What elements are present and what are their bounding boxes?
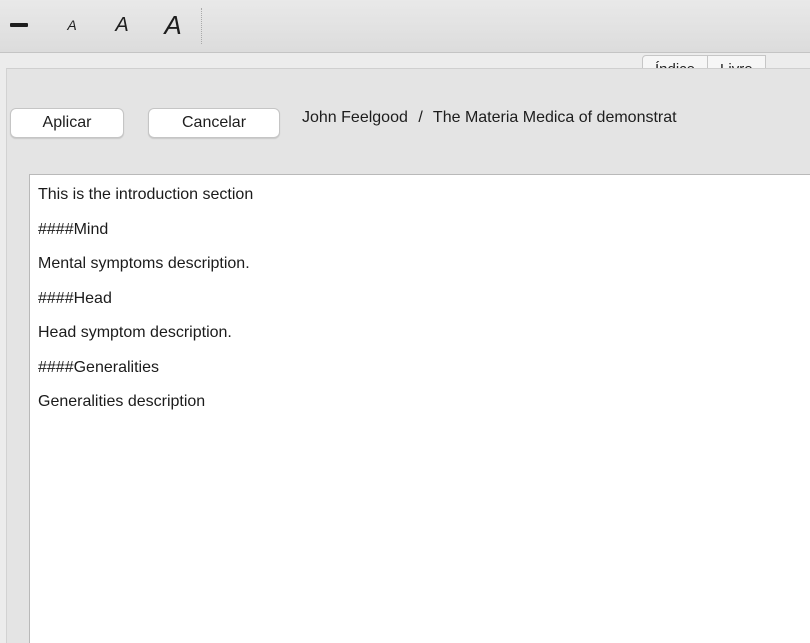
apply-button[interactable]: Aplicar — [10, 108, 124, 138]
breadcrumb: John Feelgood / The Materia Medica of de… — [302, 106, 677, 130]
font-size-small-button[interactable]: A — [60, 8, 84, 42]
editor-line: ####Mind — [38, 220, 109, 238]
editor-line: This is the introduction section — [38, 186, 254, 203]
editor-line: Mental symptoms description. — [38, 255, 250, 272]
breadcrumb-separator: / — [418, 109, 423, 126]
toolbar: A A A — [0, 0, 810, 53]
toolbar-separator — [201, 8, 202, 44]
editor-line: Generalities description — [38, 393, 206, 410]
editor-line: ####Head — [38, 289, 112, 307]
breadcrumb-title: The Materia Medica of demonstrat — [432, 109, 677, 126]
font-size-large-button[interactable]: A — [156, 8, 190, 42]
cancel-button[interactable]: Cancelar — [148, 108, 280, 138]
editor-line: Head symptom description. — [38, 324, 232, 341]
font-size-medium-button[interactable]: A — [108, 8, 136, 42]
zoom-out-button[interactable] — [2, 8, 36, 42]
breadcrumb-author: John Feelgood — [302, 109, 408, 126]
editor-line: ####Generalities — [38, 358, 159, 376]
minus-icon — [10, 23, 28, 27]
text-editor[interactable]: This is the introduction section ####Min… — [29, 174, 810, 643]
